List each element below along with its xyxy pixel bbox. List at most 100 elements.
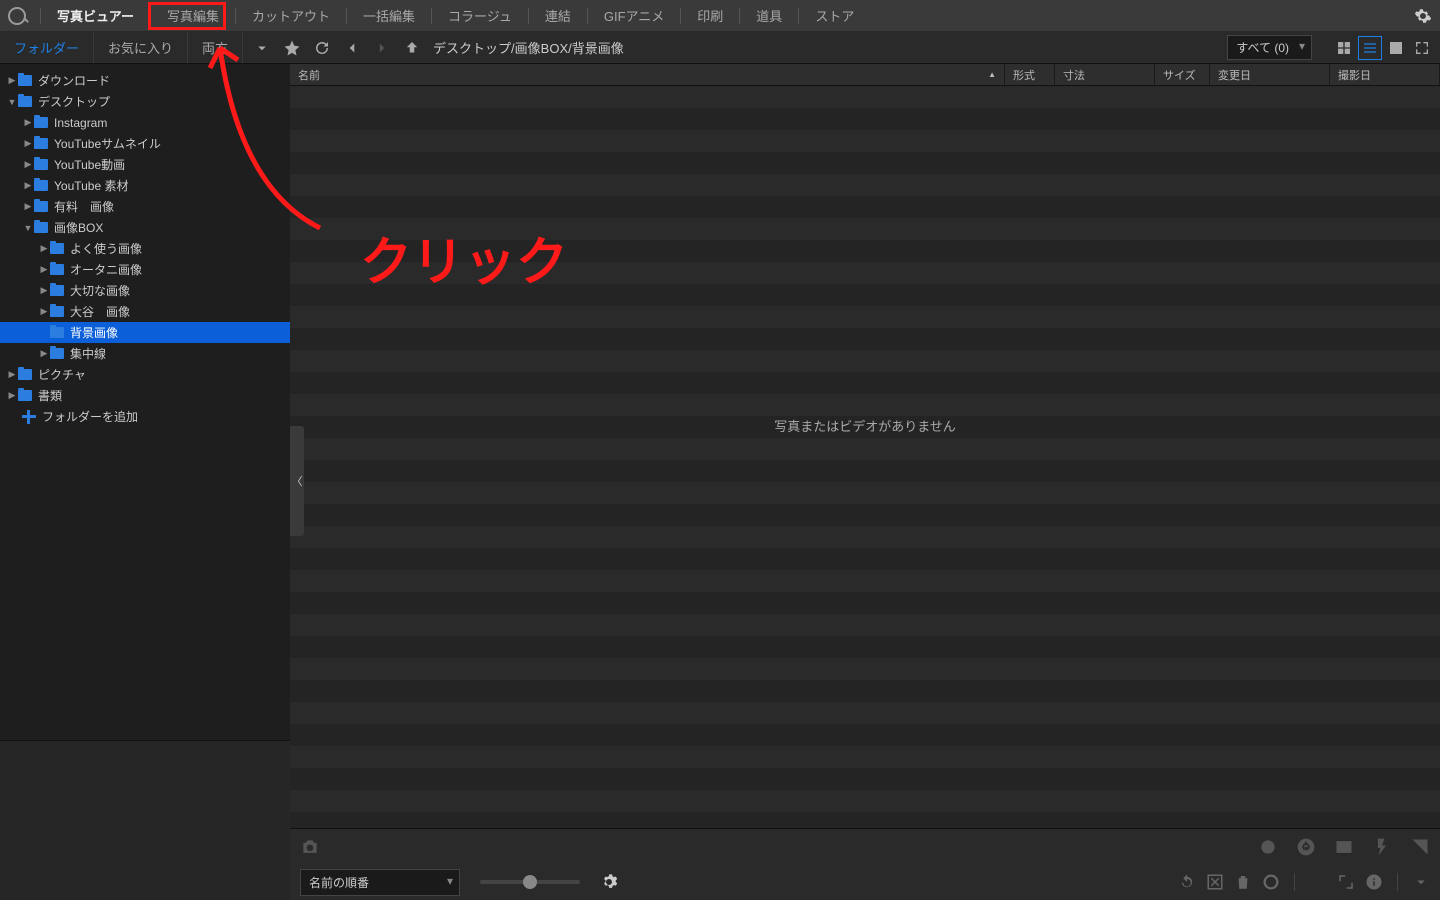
tree-twisty-icon[interactable]: ▶ bbox=[6, 75, 18, 86]
folder-icon bbox=[34, 117, 48, 128]
aperture-icon[interactable] bbox=[1296, 837, 1316, 857]
tree-label: オータニ画像 bbox=[70, 261, 142, 278]
menu-item-8[interactable]: 道具 bbox=[750, 6, 788, 25]
file-list-area: 写真またはビデオがありません 〈 bbox=[290, 86, 1440, 828]
filter-dropdown[interactable]: すべて (0) bbox=[1227, 35, 1312, 60]
tree-row-15[interactable]: ▶ 書類 bbox=[0, 385, 290, 406]
tree-label: ダウンロード bbox=[38, 72, 110, 89]
tree-twisty-icon[interactable]: ▶ bbox=[38, 264, 50, 275]
tree-twisty-icon[interactable]: ▶ bbox=[6, 369, 18, 380]
menu-item-0[interactable]: 写真ビュアー bbox=[51, 6, 140, 25]
menu-item-5[interactable]: 連結 bbox=[539, 6, 577, 25]
tree-twisty-icon[interactable]: ▶ bbox=[22, 117, 34, 128]
add-folder-label: フォルダーを追加 bbox=[42, 408, 138, 425]
tree-twisty-icon[interactable]: ▼ bbox=[6, 97, 18, 107]
tree-label: YouTube動画 bbox=[54, 156, 125, 173]
tree-row-2[interactable]: ▶ Instagram bbox=[0, 112, 290, 133]
folder-tree: ▶ ダウンロード ▼ デスクトップ ▶ Instagram ▶ YouTubeサ… bbox=[0, 64, 290, 740]
menu-item-2[interactable]: カットアウト bbox=[246, 6, 336, 25]
expand-chevron-icon[interactable] bbox=[1412, 873, 1430, 891]
folder-icon bbox=[18, 369, 32, 380]
tree-row-11[interactable]: ▶ 大谷 画像 bbox=[0, 301, 290, 322]
adjust-icon[interactable] bbox=[1309, 873, 1327, 891]
collapse-sidebar-handle[interactable]: 〈 bbox=[290, 426, 304, 536]
tree-twisty-icon[interactable]: ▶ bbox=[38, 285, 50, 296]
camera-icon[interactable] bbox=[300, 837, 320, 857]
tree-twisty-icon[interactable]: ▶ bbox=[22, 201, 34, 212]
rotate-icon[interactable] bbox=[1178, 873, 1196, 891]
thumbnail-settings-gear-icon[interactable] bbox=[600, 873, 618, 891]
tree-row-5[interactable]: ▶ YouTube 素材 bbox=[0, 175, 290, 196]
col-shot-date[interactable]: 撮影日 bbox=[1330, 64, 1440, 85]
tree-row-12[interactable]: 背景画像 bbox=[0, 322, 290, 343]
tree-row-0[interactable]: ▶ ダウンロード bbox=[0, 70, 290, 91]
tree-row-1[interactable]: ▼ デスクトップ bbox=[0, 91, 290, 112]
tree-row-8[interactable]: ▶ よく使う画像 bbox=[0, 238, 290, 259]
tree-twisty-icon[interactable]: ▶ bbox=[22, 138, 34, 149]
menu-item-1[interactable]: 写真編集 bbox=[161, 6, 225, 25]
back-arrow-icon[interactable] bbox=[343, 39, 361, 57]
tree-twisty-icon[interactable]: ▶ bbox=[22, 180, 34, 191]
detail-view-button[interactable] bbox=[1384, 36, 1408, 60]
col-dimensions[interactable]: 寸法 bbox=[1055, 64, 1155, 85]
col-format[interactable]: 形式 bbox=[1005, 64, 1055, 85]
menu-item-4[interactable]: コラージュ bbox=[442, 6, 518, 25]
col-name[interactable]: 名前▲ bbox=[290, 64, 1005, 85]
tree-row-6[interactable]: ▶ 有料 画像 bbox=[0, 196, 290, 217]
tree-twisty-icon[interactable]: ▶ bbox=[22, 159, 34, 170]
exposure-icon[interactable] bbox=[1410, 837, 1430, 857]
col-modified[interactable]: 変更日 bbox=[1210, 64, 1330, 85]
tree-twisty-icon[interactable]: ▶ bbox=[38, 243, 50, 254]
grid-view-button[interactable] bbox=[1332, 36, 1356, 60]
col-size[interactable]: サイズ bbox=[1155, 64, 1210, 85]
sort-dropdown[interactable]: 名前の順番 bbox=[300, 869, 460, 896]
subnav-tab-2[interactable]: 両方 bbox=[188, 32, 243, 63]
folder-icon bbox=[50, 264, 64, 275]
iso-icon[interactable] bbox=[1334, 837, 1354, 857]
menu-item-6[interactable]: GIFアニメ bbox=[598, 6, 670, 25]
tree-row-13[interactable]: ▶ 集中線 bbox=[0, 343, 290, 364]
tree-row-3[interactable]: ▶ YouTubeサムネイル bbox=[0, 133, 290, 154]
list-view-button[interactable] bbox=[1358, 36, 1382, 60]
tree-twisty-icon[interactable]: ▶ bbox=[38, 348, 50, 359]
add-folder-row[interactable]: フォルダーを追加 bbox=[0, 406, 290, 427]
settings-gear-icon[interactable] bbox=[1414, 7, 1432, 25]
subnav-tab-1[interactable]: お気に入り bbox=[94, 32, 188, 63]
tree-row-9[interactable]: ▶ オータニ画像 bbox=[0, 259, 290, 280]
tree-row-4[interactable]: ▶ YouTube動画 bbox=[0, 154, 290, 175]
folder-icon bbox=[34, 180, 48, 191]
star-icon[interactable] bbox=[283, 39, 301, 57]
menu-item-7[interactable]: 印刷 bbox=[691, 6, 729, 25]
menu-item-3[interactable]: 一括編集 bbox=[357, 6, 421, 25]
tree-label: 大谷 画像 bbox=[70, 303, 130, 320]
trash-icon[interactable] bbox=[1234, 873, 1252, 891]
tree-twisty-icon[interactable]: ▶ bbox=[38, 306, 50, 317]
tree-twisty-icon[interactable]: ▼ bbox=[22, 223, 34, 233]
crop-icon[interactable] bbox=[1262, 873, 1280, 891]
tree-row-10[interactable]: ▶ 大切な画像 bbox=[0, 280, 290, 301]
refresh-icon[interactable] bbox=[313, 39, 331, 57]
empty-state-message: 写真またはビデオがありません bbox=[774, 416, 956, 435]
top-menu-bar: 写真ビュアー 写真編集 カットアウト 一括編集 コラージュ 連結 GIFアニメ 印刷 道具 ストア bbox=[0, 0, 1440, 32]
subnav-tab-0[interactable]: フォルダー bbox=[0, 32, 94, 63]
menu-item-9[interactable]: ストア bbox=[809, 6, 860, 25]
resize-icon[interactable] bbox=[1337, 873, 1355, 891]
content-area: 名前▲ 形式 寸法 サイズ 変更日 撮影日 写真またはビデオがありません 〈 名… bbox=[290, 64, 1440, 900]
column-headers: 名前▲ 形式 寸法 サイズ 変更日 撮影日 bbox=[290, 64, 1440, 86]
info-icon[interactable] bbox=[1365, 873, 1383, 891]
tree-label: 有料 画像 bbox=[54, 198, 114, 215]
zoom-slider[interactable] bbox=[480, 880, 580, 884]
up-arrow-icon[interactable] bbox=[403, 39, 421, 57]
timer-icon[interactable] bbox=[1258, 837, 1278, 857]
tree-twisty-icon[interactable]: ▶ bbox=[6, 390, 18, 401]
tree-row-14[interactable]: ▶ ピクチャ bbox=[0, 364, 290, 385]
delete-x-icon[interactable] bbox=[1206, 873, 1224, 891]
fullscreen-view-button[interactable] bbox=[1410, 36, 1434, 60]
tree-row-7[interactable]: ▼ 画像BOX bbox=[0, 217, 290, 238]
sub-navigation-bar: フォルダーお気に入り両方 デスクトップ/画像BOX/背景画像 すべて (0) bbox=[0, 32, 1440, 64]
history-dropdown-icon[interactable] bbox=[253, 39, 271, 57]
flash-icon[interactable] bbox=[1372, 837, 1392, 857]
tree-label: 書類 bbox=[38, 387, 62, 404]
folder-icon bbox=[50, 285, 64, 296]
zoom-slider-thumb[interactable] bbox=[523, 875, 537, 889]
